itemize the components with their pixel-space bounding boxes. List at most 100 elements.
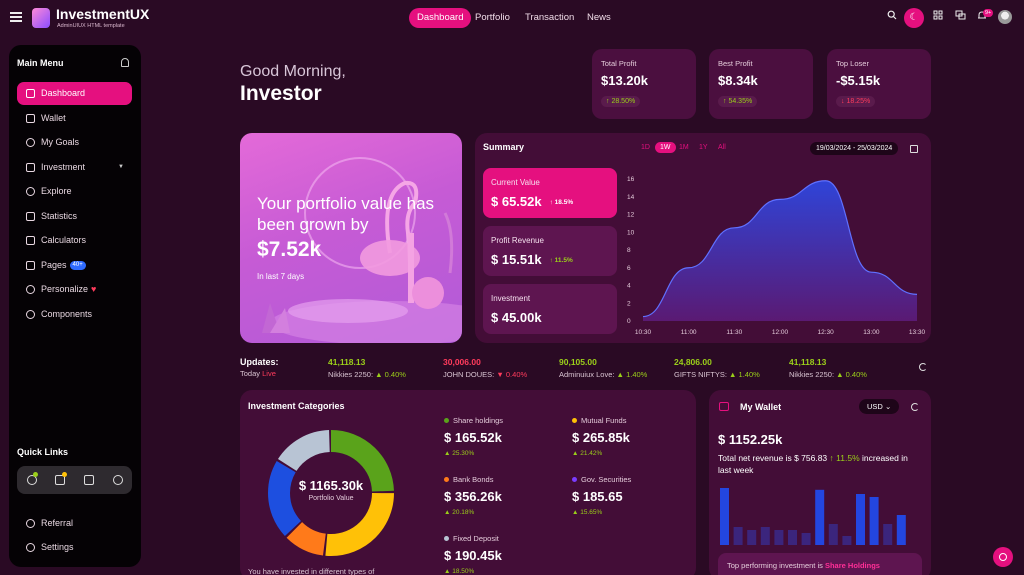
ticker-item[interactable]: 41,118.13 Nikkies 2250: ▲ 0.40% — [328, 357, 406, 379]
refresh-icon[interactable] — [919, 363, 927, 371]
sidebar-item-pages[interactable]: Pages 40+ — [17, 254, 132, 277]
sidebar-item-label: Explore — [41, 186, 72, 196]
wallet-amount: $ 1152.25k — [718, 432, 783, 447]
calendar-icon[interactable] — [910, 145, 918, 153]
metric-current-value[interactable]: Current Value $ 65.52k ↑ 18.5% — [483, 168, 617, 218]
category-label: Fixed Deposit — [453, 534, 499, 543]
sidebar-item-personalize[interactable]: Personalize ♥ — [17, 278, 132, 301]
wallet-bar — [896, 515, 906, 545]
apps-icon[interactable] — [931, 10, 945, 24]
category-gov-securities[interactable]: Gov. Securities $ 185.65 ▲ 15.65% — [572, 475, 631, 516]
brand-title[interactable]: InvestmentUX — [56, 6, 149, 22]
ticker-item[interactable]: 41,118.13 Nikkies 2250: ▲ 0.40% — [789, 357, 867, 379]
category-value: $ 190.45k — [444, 548, 502, 563]
ticker-name: Nikkies 2250: — [328, 370, 374, 379]
category-mutual-funds[interactable]: Mutual Funds $ 265.85k ▲ 21.42% — [572, 416, 630, 457]
user-avatar[interactable] — [998, 10, 1012, 24]
gear-icon — [26, 543, 35, 552]
metric-label: Current Value — [491, 178, 540, 187]
range-1m[interactable]: 1M — [679, 144, 689, 151]
ticker-detail: Adminuiux Love: ▲ 1.40% — [559, 370, 648, 379]
help-icon[interactable] — [113, 475, 123, 485]
sidebar-item-label: My Goals — [41, 137, 80, 147]
hamburger-menu-icon[interactable] — [10, 12, 22, 22]
greeting-line: Good Morning, — [240, 63, 346, 80]
updates-today: Today — [240, 369, 261, 378]
sidebar-item-referral[interactable]: Referral — [17, 512, 132, 535]
wallet-bar — [788, 530, 797, 545]
wallet-bar — [815, 489, 825, 545]
wallet-desc-change: 11.5% — [836, 453, 860, 463]
sidebar-item-calculators[interactable]: Calculators — [17, 229, 132, 252]
category-change: ▲ 21.42% — [572, 450, 603, 457]
nav-portfolio[interactable]: Portfolio — [475, 8, 510, 28]
sidebar-item-label: Wallet — [41, 113, 66, 123]
search-icon[interactable] — [885, 10, 899, 24]
category-value: $ 265.85k — [572, 430, 630, 445]
top-investment-banner[interactable]: Top performing investment is Share Holdi… — [718, 553, 922, 575]
currency-select[interactable]: USD ⌄ — [859, 399, 900, 414]
ticker-value: 30,006.00 — [443, 357, 481, 367]
ticker-item[interactable]: 24,806.00 GIFTS NIFTYS: ▲ 1.40% — [674, 357, 760, 379]
metric-profit-revenue[interactable]: Profit Revenue $ 15.51k ↑ 11.5% — [483, 226, 617, 276]
moon-icon[interactable]: ☾ — [904, 8, 924, 28]
category-label: Gov. Securities — [581, 475, 632, 484]
x-tick-label: 12:00 — [772, 329, 789, 336]
refresh-icon[interactable] — [911, 403, 919, 411]
brand-logo-icon[interactable] — [32, 8, 50, 28]
category-fixed-deposit[interactable]: Fixed Deposit $ 190.45k ▲ 18.50% — [444, 534, 502, 575]
search-icon — [26, 187, 35, 196]
y-tick-label: 14 — [627, 194, 635, 201]
range-1y[interactable]: 1Y — [699, 144, 708, 151]
sidebar-item-explore[interactable]: Explore — [17, 180, 132, 203]
category-share-holdings[interactable]: Share holdings $ 165.52k ▲ 25.30% — [444, 416, 503, 457]
nav-news[interactable]: News — [587, 8, 611, 28]
ticker-name: GIFTS NIFTYS: — [674, 370, 727, 379]
chat-icon[interactable] — [953, 10, 967, 24]
stat-label: Best Profit — [718, 59, 753, 68]
sidebar: Main Menu Dashboard Wallet My Goals Inve… — [9, 45, 141, 567]
range-1d[interactable]: 1D — [641, 144, 650, 151]
ticker-name: JOHN DOUES: — [443, 370, 495, 379]
ticker-item[interactable]: 90,105.00 Adminuiux Love: ▲ 1.40% — [559, 357, 647, 379]
sidebar-item-dashboard[interactable]: Dashboard — [17, 82, 132, 105]
wallet-bar-chart — [720, 488, 906, 545]
stat-card-best-profit[interactable]: Best Profit $8.34k ↑ 54.35% — [709, 49, 813, 119]
nav-transaction[interactable]: Transaction — [525, 8, 574, 28]
target-icon — [26, 138, 35, 147]
inbox-icon[interactable] — [84, 475, 94, 485]
heart-icon: ♥ — [91, 284, 97, 294]
sidebar-item-settings[interactable]: Settings — [17, 536, 132, 559]
ticker-item[interactable]: 30,006.00 JOHN DOUES: ▼ 0.40% — [443, 357, 527, 379]
stat-card-top-loser[interactable]: Top Loser -$5.15k ↓ 18.25% — [827, 49, 931, 119]
sidebar-item-investment[interactable]: Investment ▼ — [17, 156, 132, 179]
ticker-detail: Nikkies 2250: ▲ 0.40% — [328, 370, 406, 379]
sidebar-item-wallet[interactable]: Wallet — [17, 107, 132, 130]
y-tick-label: 0 — [627, 318, 631, 325]
sidebar-item-statistics[interactable]: Statistics — [17, 205, 132, 228]
calculator-icon — [26, 236, 35, 245]
range-1w[interactable]: 1W — [655, 142, 676, 153]
ticker-change: 0.40% — [505, 370, 528, 379]
category-change-value: 18.50% — [452, 568, 475, 575]
metric-change: ↑ 18.5% — [549, 199, 574, 206]
category-dot — [572, 477, 577, 482]
ticker-value: 24,806.00 — [674, 357, 712, 367]
wallet-bar — [856, 494, 865, 545]
range-all[interactable]: All — [718, 144, 726, 151]
user-icon[interactable] — [121, 58, 129, 67]
sidebar-item-label: Investment — [41, 162, 86, 172]
metric-investment[interactable]: Investment $ 45.00k — [483, 284, 617, 334]
caret-down-icon: ▼ — [118, 164, 124, 170]
sidebar-title: Main Menu — [17, 58, 64, 68]
category-bank-bonds[interactable]: Bank Bonds $ 356.26k ▲ 20.18% — [444, 475, 502, 516]
category-change: ▲ 18.50% — [444, 568, 475, 575]
my-wallet-card: My Wallet USD ⌄ $ 1152.25k Total net rev… — [709, 390, 931, 575]
sidebar-item-my-goals[interactable]: My Goals — [17, 131, 132, 154]
stat-card-total-profit[interactable]: Total Profit $13.20k ↑ 28.50% — [592, 49, 696, 119]
sidebar-item-components[interactable]: Components — [17, 303, 132, 326]
date-range-picker[interactable]: 19/03/2024 - 25/03/2024 — [810, 142, 899, 155]
nav-dashboard[interactable]: Dashboard — [409, 8, 472, 28]
category-change: ▲ 25.30% — [444, 450, 475, 457]
palette-fab-button[interactable] — [993, 547, 1013, 567]
